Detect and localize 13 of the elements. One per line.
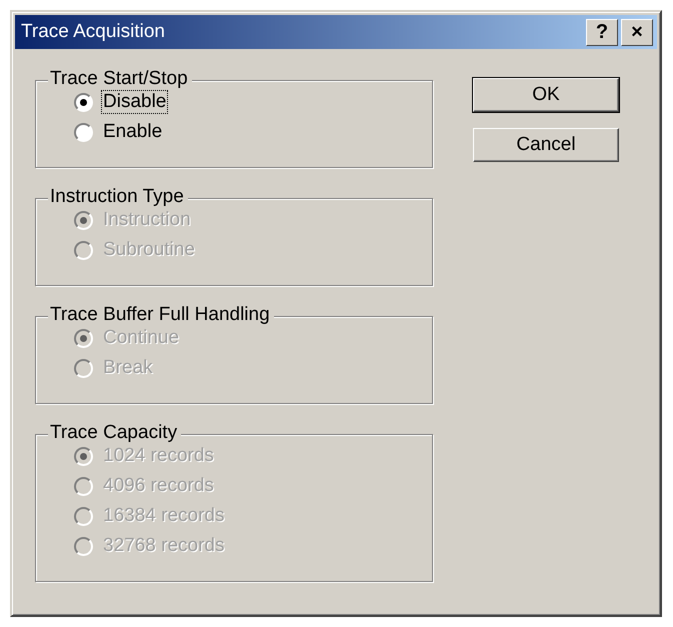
- group-label: Instruction Type: [48, 186, 188, 208]
- cancel-button[interactable]: Cancel: [473, 128, 619, 162]
- close-button[interactable]: ×: [621, 18, 653, 46]
- help-button[interactable]: ?: [586, 18, 618, 46]
- ok-button[interactable]: OK: [473, 78, 619, 112]
- window-title: Trace Acquisition: [21, 21, 165, 43]
- group-label: Trace Buffer Full Handling: [48, 304, 274, 326]
- option-label[interactable]: Disable: [101, 90, 168, 114]
- option-label[interactable]: Enable: [101, 120, 164, 144]
- group-label: Trace Start/Stop: [48, 68, 192, 90]
- radio-button[interactable]: [74, 122, 93, 142]
- group-label: Trace Capacity: [48, 422, 182, 444]
- radio-button[interactable]: [74, 92, 93, 112]
